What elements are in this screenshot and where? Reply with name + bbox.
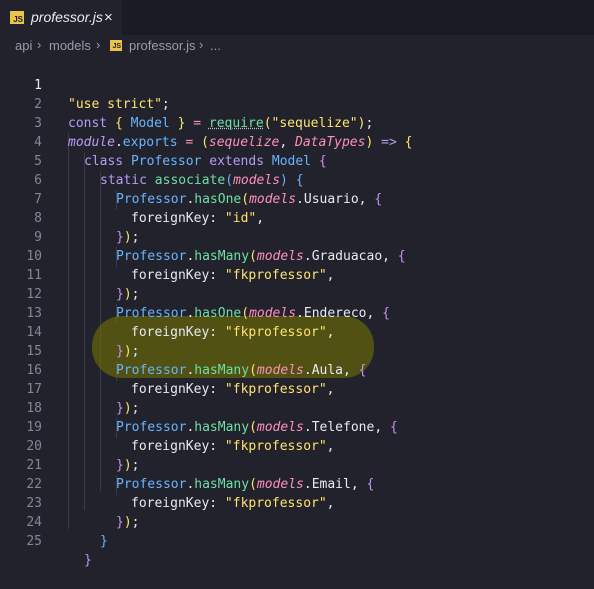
- code-line: 2 const { Model } = require("sequelize")…: [0, 76, 594, 131]
- code-line: 19 foreignKey: "fkprofessor",: [0, 399, 594, 454]
- javascript-file-icon: JS: [10, 11, 24, 24]
- breadcrumb-item-api[interactable]: api: [15, 38, 32, 53]
- code-line: 10 foreignKey: "fkprofessor",: [0, 228, 594, 283]
- code-line: 22 foreignKey: "fkprofessor",: [0, 456, 594, 511]
- breadcrumb-item-models[interactable]: models: [49, 38, 91, 53]
- tab-label: professor.js: [31, 9, 103, 25]
- code-line: 25 }: [0, 513, 594, 568]
- javascript-file-icon: JS: [110, 40, 122, 51]
- code-line: 8 });: [0, 190, 594, 245]
- chevron-right-icon: ›: [96, 37, 101, 52]
- line-number: 25: [26, 534, 42, 549]
- code-line: 16 foreignKey: "fkprofessor",: [0, 342, 594, 397]
- code-text: }: [100, 534, 108, 549]
- tab-bar: JS professor.js ×: [0, 0, 594, 35]
- code-line: 14 });: [0, 304, 594, 359]
- code-line: 13 foreignKey: "fkprofessor",: [0, 285, 594, 340]
- code-line: 11 });: [0, 247, 594, 302]
- code-line: 6 Professor.hasOne(models.Usuario, {: [0, 152, 594, 207]
- close-icon[interactable]: ×: [104, 9, 113, 26]
- tab-professor-js[interactable]: JS professor.js ×: [0, 0, 122, 35]
- chevron-right-icon: ›: [37, 37, 42, 52]
- chevron-right-icon: ›: [199, 37, 204, 52]
- breadcrumb-item-file[interactable]: professor.js: [129, 38, 195, 53]
- code-line: 3 module.exports = (sequelize, DataTypes…: [0, 95, 594, 150]
- code-line: 1 "use strict";: [0, 57, 594, 112]
- breadcrumb-item-symbols[interactable]: ...: [210, 38, 221, 53]
- code-editor[interactable]: 1 "use strict"; 2 const { Model } = requ…: [0, 57, 594, 568]
- code-line: 17 });: [0, 361, 594, 416]
- code-line: 5 static associate(models) {: [0, 133, 594, 188]
- code-line: 7 foreignKey: "id",: [0, 171, 594, 226]
- code-line: 20 });: [0, 418, 594, 473]
- code-line: 24 }: [0, 494, 594, 549]
- code-text: }: [84, 553, 92, 568]
- code-line: 21 Professor.hasMany(models.Email, {: [0, 437, 594, 492]
- code-line: 12 Professor.hasOne(models.Endereco, {: [0, 266, 594, 321]
- code-line: 23 });: [0, 475, 594, 530]
- code-line: 9 Professor.hasMany(models.Graduacao, {: [0, 209, 594, 264]
- breadcrumb: api › models › professor.js › ...: [0, 35, 594, 57]
- code-line: 18 Professor.hasMany(models.Telefone, {: [0, 380, 594, 435]
- code-line: 4 class Professor extends Model {: [0, 114, 594, 169]
- code-line: 15 Professor.hasMany(models.Aula, {: [0, 323, 594, 378]
